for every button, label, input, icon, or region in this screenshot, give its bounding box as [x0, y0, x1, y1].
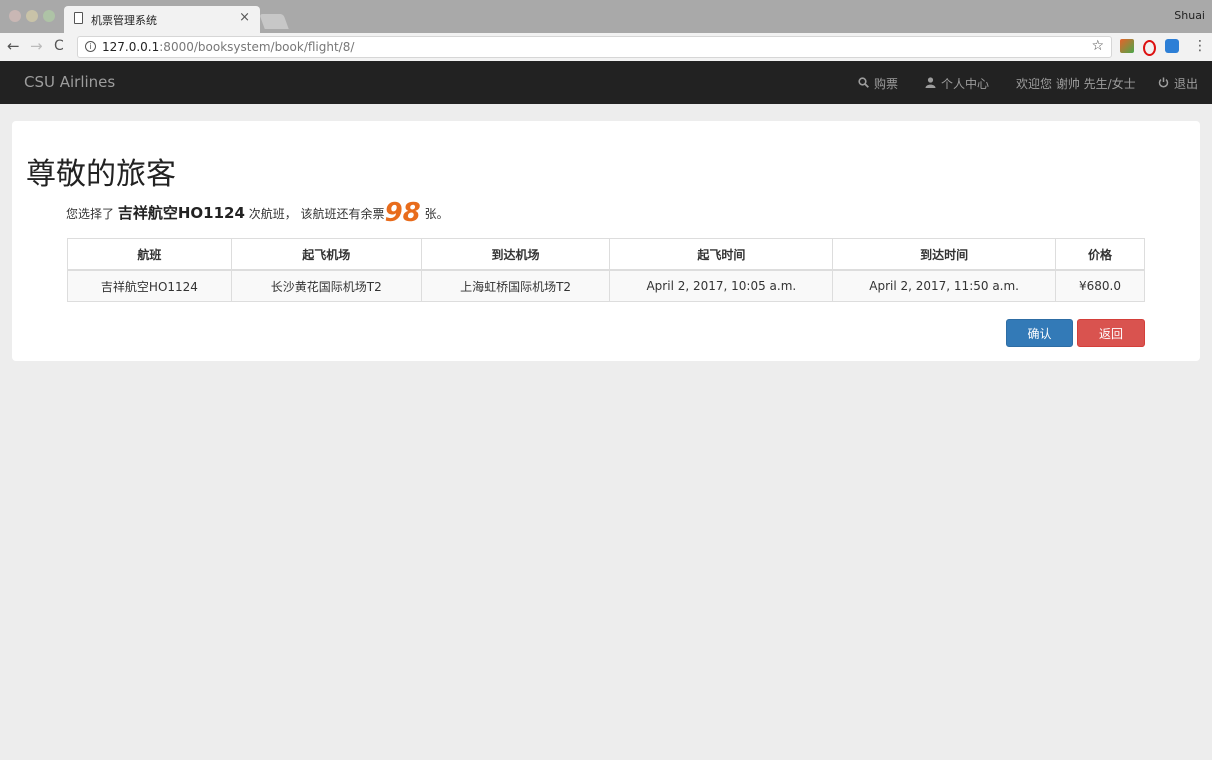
confirm-button[interactable]: 确认: [1006, 319, 1073, 347]
forward-arrow-icon[interactable]: →: [30, 37, 43, 55]
table-cell: April 2, 2017, 11:50 a.m.: [832, 269, 1057, 302]
table-cell: 吉祥航空HO1124: [67, 269, 232, 302]
new-tab-button[interactable]: [259, 14, 289, 29]
flight-table: 航班 起飞机场 到达机场 起飞时间 到达时间 价格 吉祥航空HO1124 长沙黄…: [67, 238, 1145, 302]
nav-user-center[interactable]: 个人中心: [925, 75, 989, 92]
opera-extension-icon[interactable]: [1143, 40, 1156, 56]
window-close-dot[interactable]: [9, 10, 21, 22]
column-header: 航班: [67, 238, 232, 271]
selected-flight-name: 吉祥航空HO1124: [117, 204, 245, 222]
nav-logout[interactable]: 退出: [1158, 75, 1198, 92]
nav-welcome-text: 欢迎您 谢帅 先生/女士: [1016, 77, 1136, 91]
table-cell: ¥680.0: [1055, 269, 1145, 302]
info-icon[interactable]: i: [85, 41, 96, 52]
table-cell: 上海虹桥国际机场T2: [420, 269, 611, 302]
address-bar[interactable]: i 127.0.0.1:8000/booksystem/book/flight/…: [77, 36, 1112, 58]
tab-close-icon[interactable]: ×: [239, 10, 250, 25]
window-minimize-dot[interactable]: [26, 10, 38, 22]
tab-title: 机票管理系统: [91, 14, 157, 27]
table-cell: 长沙黄花国际机场T2: [230, 269, 422, 302]
user-icon: [925, 77, 936, 91]
table-header-row: 航班 起飞机场 到达机场 起飞时间 到达时间 价格: [67, 238, 1145, 271]
menu-dots-icon[interactable]: ⋮: [1193, 38, 1207, 54]
back-button[interactable]: 返回: [1077, 319, 1145, 347]
site-navbar: CSU Airlines 购票 个人中心 欢迎您 谢帅 先生/女士 退出: [0, 61, 1212, 104]
back-arrow-icon[interactable]: ←: [7, 37, 20, 55]
seats-left-count: 98: [384, 198, 421, 228]
column-header: 到达机场: [420, 238, 611, 271]
reload-icon[interactable]: C: [54, 38, 64, 54]
page-title: 尊敬的旅客: [26, 157, 176, 192]
table-cell: April 2, 2017, 10:05 a.m.: [609, 269, 834, 302]
url-text[interactable]: 127.0.0.1:8000/booksystem/book/flight/8/: [102, 40, 354, 54]
booking-panel: 尊敬的旅客 您选择了 吉祥航空HO1124 次航班， 该航班还有余票98 张。 …: [12, 121, 1200, 361]
table-row: 吉祥航空HO1124 长沙黄花国际机场T2 上海虹桥国际机场T2 April 2…: [67, 269, 1145, 302]
search-icon: [858, 77, 869, 91]
extension-icon[interactable]: [1120, 39, 1134, 53]
column-header: 价格: [1055, 238, 1145, 271]
window-zoom-dot[interactable]: [43, 10, 55, 22]
browser-tab[interactable]: 机票管理系统 ×: [64, 6, 260, 33]
power-icon: [1158, 77, 1169, 91]
document-icon: [74, 12, 83, 24]
profile-name[interactable]: Shuai: [1174, 9, 1205, 22]
column-header: 起飞机场: [230, 238, 422, 271]
brand-link[interactable]: CSU Airlines: [24, 73, 115, 91]
browser-tab-bar: 机票管理系统 × Shuai: [0, 0, 1212, 33]
column-header: 到达时间: [832, 238, 1057, 271]
star-icon[interactable]: ☆: [1091, 38, 1104, 54]
nav-buy-ticket[interactable]: 购票: [858, 75, 898, 92]
extension-icon[interactable]: [1165, 39, 1179, 53]
browser-toolbar: ← → C i 127.0.0.1:8000/booksystem/book/f…: [0, 33, 1212, 62]
booking-info-line: 您选择了 吉祥航空HO1124 次航班， 该航班还有余票98 张。: [66, 198, 449, 228]
column-header: 起飞时间: [609, 238, 834, 271]
